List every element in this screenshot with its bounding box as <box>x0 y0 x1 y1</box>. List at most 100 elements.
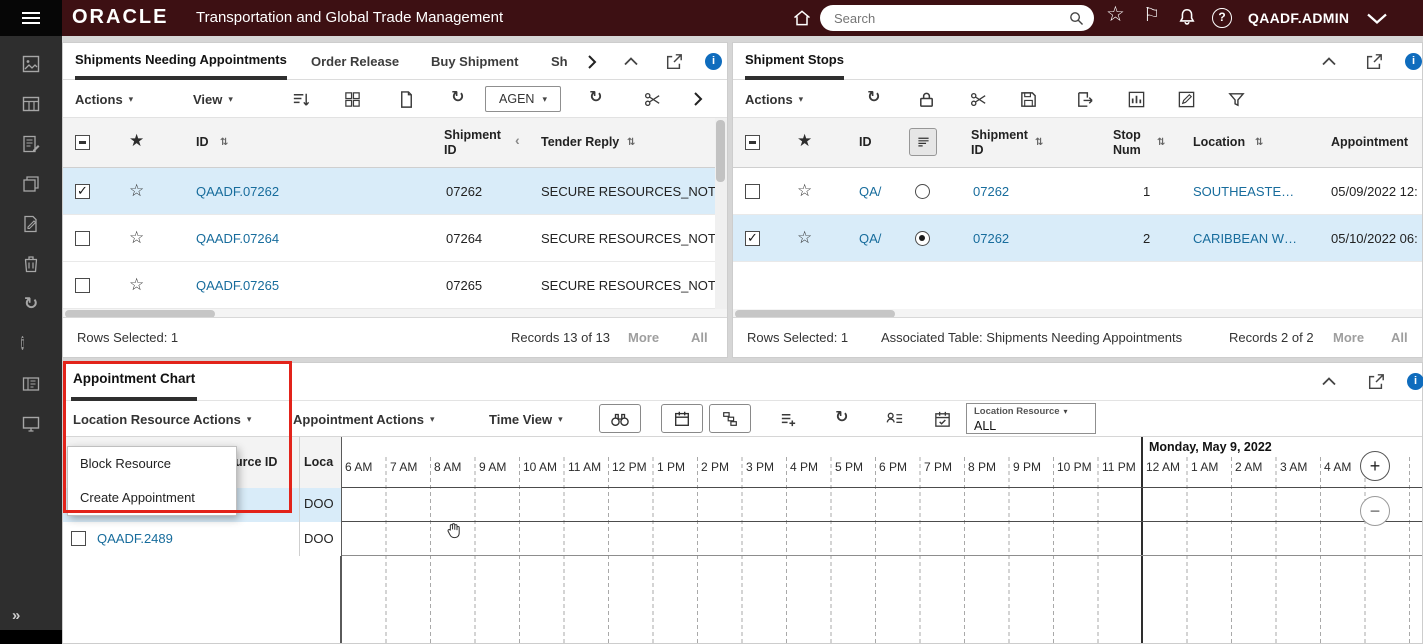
refresh-icon[interactable]: ↻ <box>867 89 880 107</box>
collapse-column-chevron-icon[interactable]: ‹ <box>515 132 520 149</box>
star-column-header-icon[interactable]: ★ <box>797 131 812 151</box>
shipment-id-link[interactable]: 07262 <box>973 231 1009 246</box>
agent-dropdown[interactable]: AGEN▾ <box>485 86 561 112</box>
export-icon[interactable] <box>1075 90 1094 109</box>
save-icon[interactable] <box>1019 90 1038 109</box>
row-star-icon[interactable]: ☆ <box>129 181 144 201</box>
row-checkbox[interactable] <box>71 531 86 546</box>
sidebar-edit-form-icon[interactable] <box>21 134 41 154</box>
toolbar-overflow-chevron-icon[interactable] <box>693 91 703 107</box>
collapse-panel-icon[interactable] <box>623 57 639 66</box>
calendar-view-button[interactable] <box>661 404 703 433</box>
filter-icon[interactable] <box>1227 90 1246 109</box>
row-star-icon[interactable]: ☆ <box>797 181 812 201</box>
column-header-location[interactable]: Loca <box>304 455 333 470</box>
select-all-checkbox[interactable] <box>75 135 90 150</box>
column-header-stop-num[interactable]: Stop Num <box>1113 128 1153 158</box>
row-star-icon[interactable]: ☆ <box>129 228 144 248</box>
refresh-icon[interactable]: ↻ <box>835 409 848 427</box>
chart-icon[interactable] <box>1127 90 1146 109</box>
column-header-id[interactable]: ID <box>196 135 209 150</box>
sidebar-copy-icon[interactable] <box>21 174 41 194</box>
sidebar-info-icon[interactable]: i <box>21 334 41 354</box>
row-radio-button[interactable] <box>915 231 930 246</box>
search-icon[interactable] <box>1068 10 1085 27</box>
open-in-new-window-icon[interactable] <box>1365 53 1383 71</box>
row-checkbox[interactable] <box>745 184 760 199</box>
stop-id-link[interactable]: QA/ <box>859 231 881 246</box>
row-checkbox[interactable] <box>75 231 90 246</box>
shipment-id-link[interactable]: 07262 <box>973 184 1009 199</box>
row-checkbox[interactable] <box>75 278 90 293</box>
user-menu-chevron-icon[interactable] <box>1366 13 1388 24</box>
notifications-bell-icon[interactable] <box>1176 7 1198 29</box>
menu-item-create-appointment[interactable]: Create Appointment <box>68 481 236 515</box>
view-menu-button[interactable]: View▾ <box>193 80 233 118</box>
menu-item-block-resource[interactable]: Block Resource <box>68 447 236 481</box>
column-header-shipment-id[interactable]: Shipment ID <box>971 128 1033 158</box>
all-button[interactable]: All <box>691 330 708 345</box>
actions-menu-button[interactable]: Actions▾ <box>745 80 803 118</box>
help-icon[interactable]: ? <box>1212 8 1232 28</box>
info-icon[interactable]: i <box>1407 373 1423 390</box>
row-radio-button[interactable] <box>915 184 930 199</box>
calendar-check-icon[interactable] <box>933 410 952 429</box>
star-column-header-icon[interactable]: ★ <box>129 131 144 151</box>
tab-overflow-chevron-icon[interactable] <box>587 54 597 70</box>
edit-icon[interactable] <box>1177 90 1196 109</box>
select-all-checkbox[interactable] <box>745 135 760 150</box>
find-button[interactable] <box>599 404 641 433</box>
resource-id-link[interactable]: QAADF.2489 <box>97 531 173 546</box>
zoom-out-button[interactable]: − <box>1360 496 1390 526</box>
row-checkbox[interactable] <box>75 184 90 199</box>
lock-icon[interactable] <box>917 90 936 109</box>
column-header-id[interactable]: ID <box>859 135 872 150</box>
search-input[interactable] <box>834 9 1060 27</box>
vertical-scrollbar[interactable] <box>715 118 727 309</box>
column-header-appointment[interactable]: Appointment <box>1331 135 1408 150</box>
column-header-shipment-id[interactable]: Shipment ID <box>444 128 506 158</box>
location-link[interactable]: SOUTHEASTE… <box>1193 184 1294 199</box>
refresh-icon[interactable]: ↻ <box>589 89 602 107</box>
stop-list-toggle-button[interactable] <box>909 128 937 156</box>
sidebar-refresh-icon[interactable]: ↻ <box>21 294 41 314</box>
sort-icon[interactable]: ⇅ <box>220 137 227 149</box>
table-row[interactable]: ☆ QA/ 07262 1 SOUTHEASTE… 05/09/2022 12: <box>733 168 1422 215</box>
shipment-id-link[interactable]: QAADF.07265 <box>196 278 279 293</box>
tab-shipments-needing-appointments[interactable]: Shipments Needing Appointments <box>75 43 287 80</box>
sidebar-table-icon[interactable] <box>21 94 41 114</box>
table-row[interactable]: ☆ QAADF.07264 07264 SECURE RESOURCES_NOT <box>63 215 727 262</box>
sort-icon[interactable]: ⇅ <box>1157 137 1164 149</box>
all-button[interactable]: All <box>1391 330 1408 345</box>
collapse-panel-icon[interactable] <box>1321 57 1337 66</box>
actions-menu-button[interactable]: Actions▾ <box>75 80 133 118</box>
more-button[interactable]: More <box>1333 330 1364 345</box>
info-icon[interactable]: i <box>705 53 722 70</box>
resource-roster-icon[interactable] <box>885 410 904 429</box>
cut-icon[interactable] <box>643 90 662 109</box>
column-header-resource-id[interactable]: urce ID <box>235 455 277 470</box>
table-row[interactable]: ☆ QAADF.07262 07262 SECURE RESOURCES_NOT <box>63 168 727 215</box>
location-resource-actions-button[interactable]: Location Resource Actions▾ <box>73 401 251 437</box>
sort-icon[interactable]: ⇅ <box>1255 137 1262 149</box>
table-row[interactable]: ☆ QA/ 07262 2 CARIBBEAN W… 05/10/2022 06… <box>733 215 1422 262</box>
table-row[interactable]: ☆ QAADF.07265 07265 SECURE RESOURCES_NOT <box>63 262 727 309</box>
sort-list-icon[interactable] <box>291 90 310 109</box>
search-box[interactable] <box>820 5 1094 31</box>
tab-truncated[interactable]: Sh <box>551 43 568 80</box>
flag-icon[interactable]: ⚐ <box>1143 5 1160 27</box>
scrollbar-thumb[interactable] <box>716 120 725 182</box>
column-header-location[interactable]: Location <box>1193 135 1245 150</box>
add-to-list-icon[interactable] <box>779 410 798 429</box>
column-header-tender-reply[interactable]: Tender Reply <box>541 135 619 150</box>
zoom-in-button[interactable]: + <box>1360 451 1390 481</box>
stop-id-link[interactable]: QA/ <box>859 184 881 199</box>
gantt-view-button[interactable] <box>709 404 751 433</box>
row-star-icon[interactable]: ☆ <box>129 275 144 295</box>
document-icon[interactable] <box>397 90 416 109</box>
sidebar-gallery-icon[interactable] <box>21 54 41 74</box>
more-button[interactable]: More <box>628 330 659 345</box>
user-menu-label[interactable]: QAADF.ADMIN <box>1248 10 1349 26</box>
sidebar-monitor-icon[interactable] <box>21 414 41 434</box>
tab-buy-shipment[interactable]: Buy Shipment <box>431 43 518 80</box>
